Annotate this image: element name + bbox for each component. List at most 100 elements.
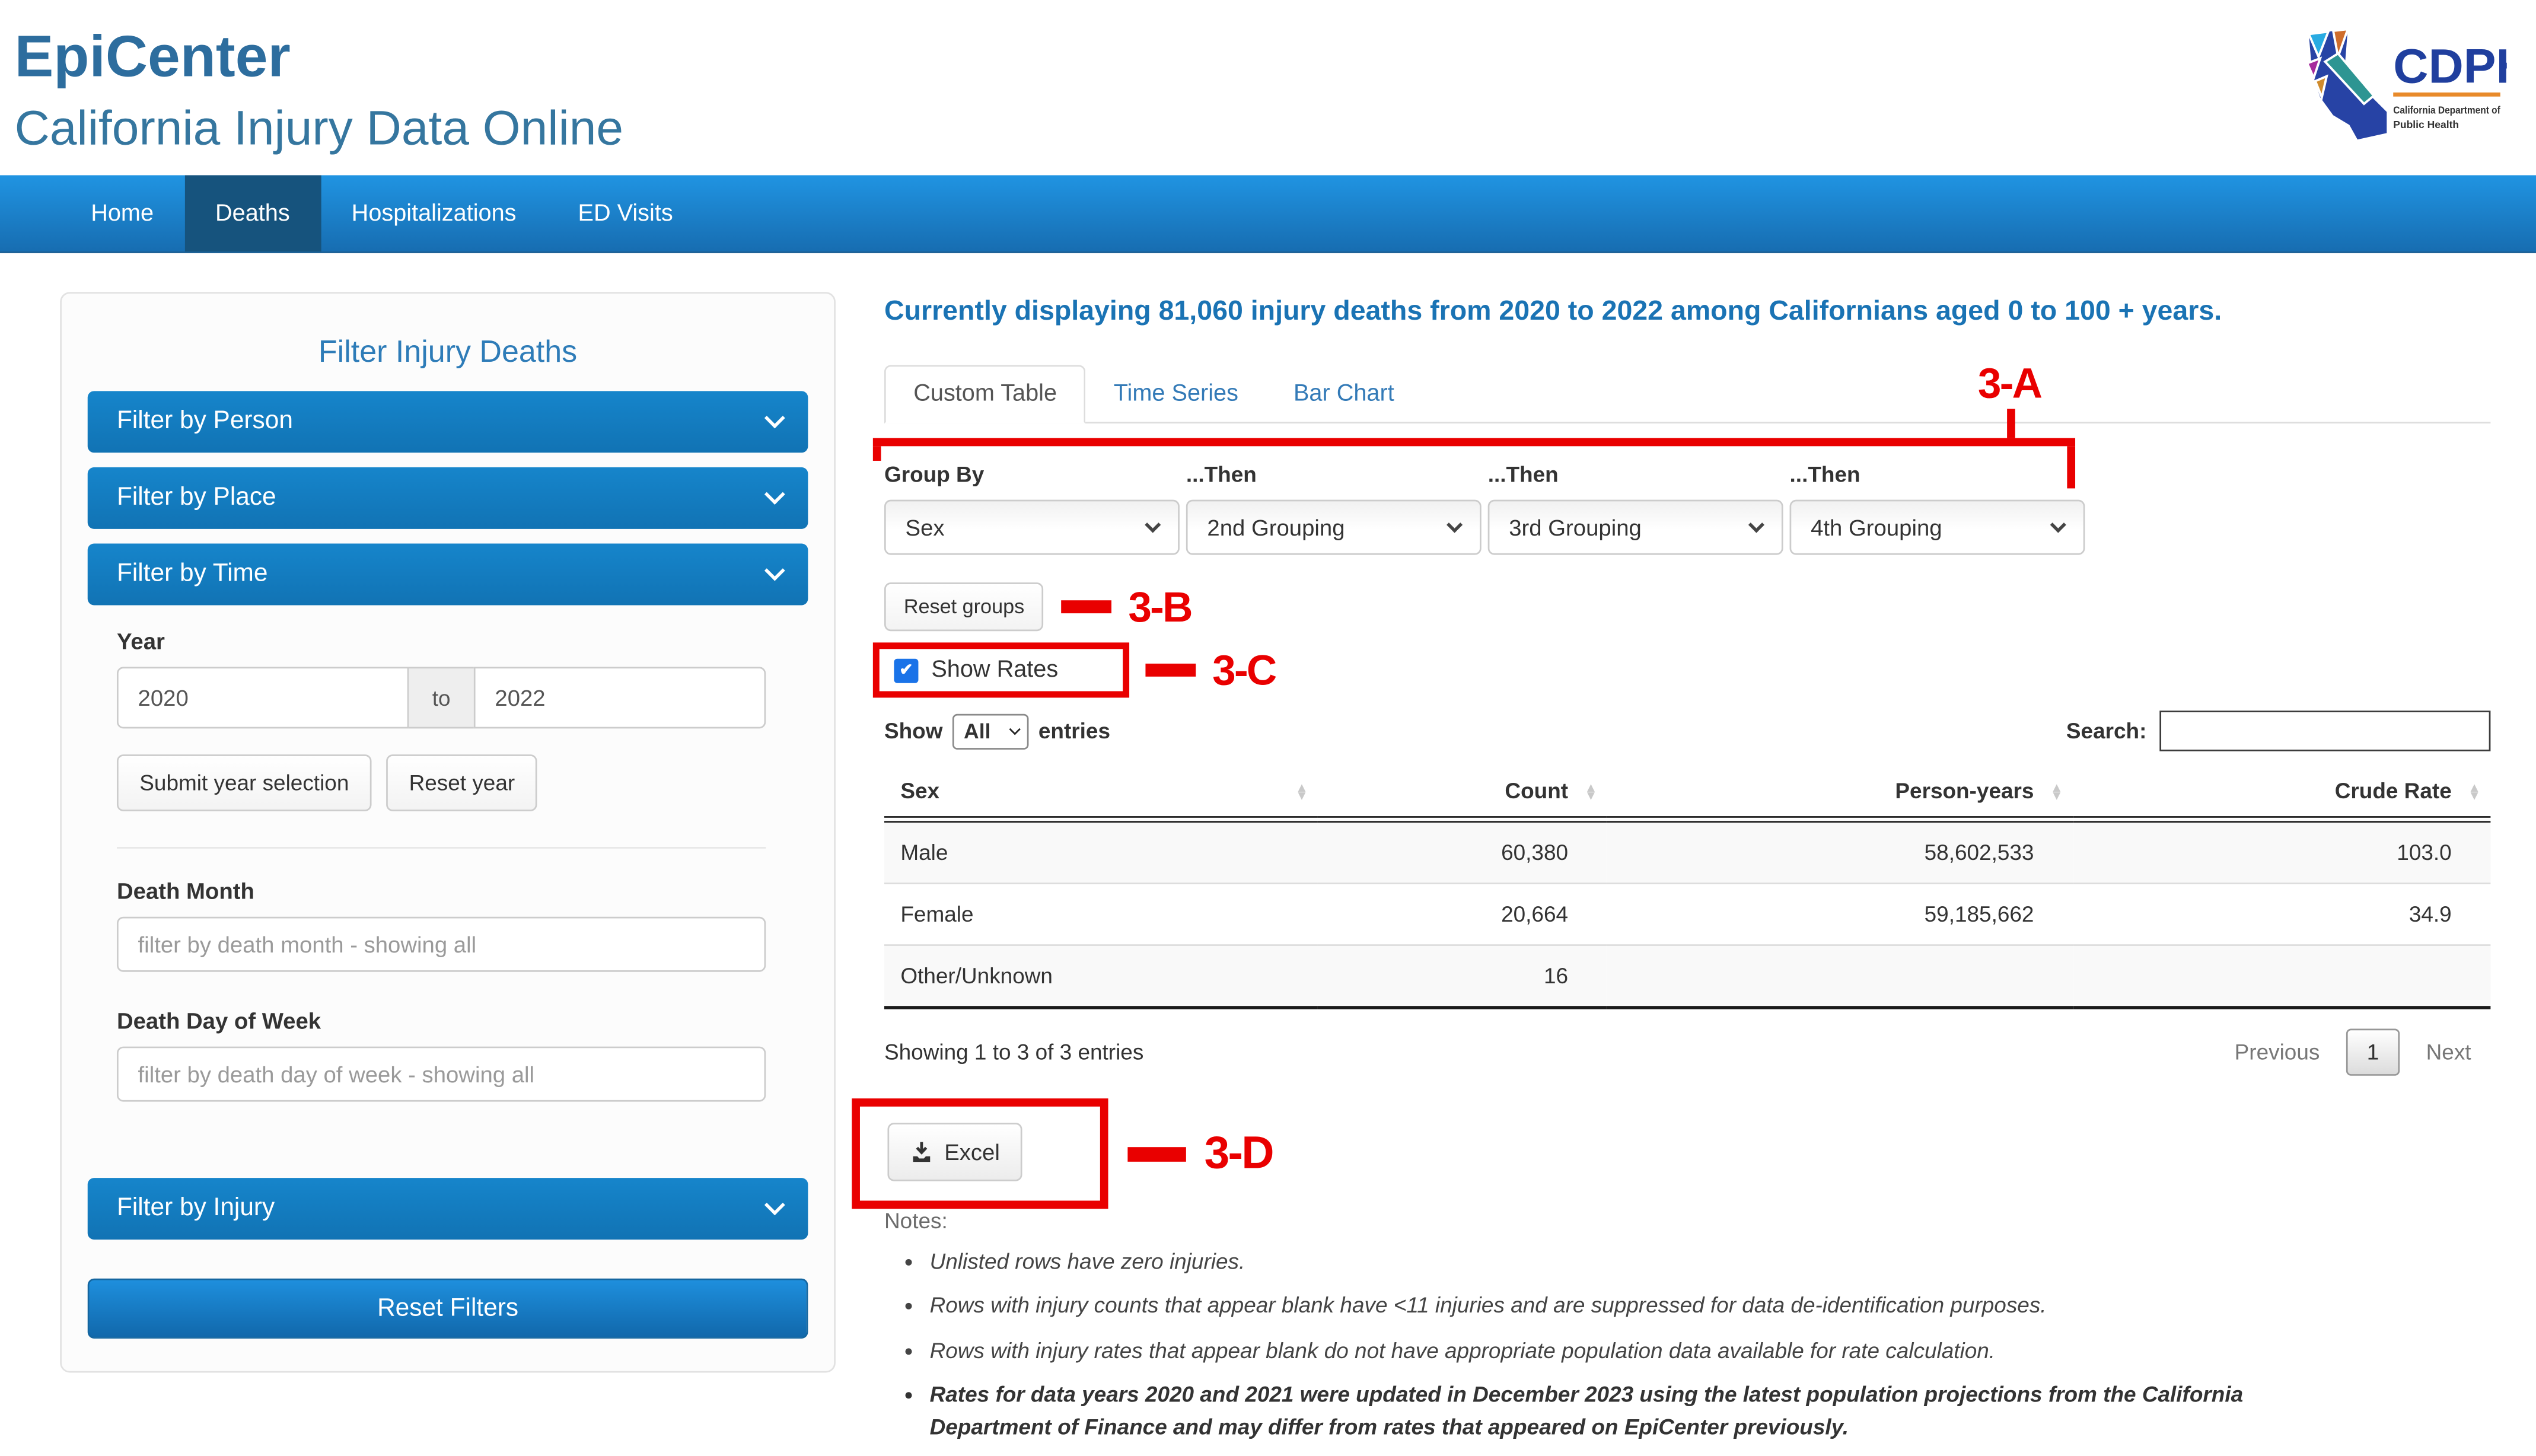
then-label-2: ...Then — [1186, 462, 1257, 487]
column-header-label: Sex — [900, 779, 940, 804]
death-day-of-week-input[interactable] — [116, 1046, 766, 1102]
cell-sex: Male — [900, 840, 948, 865]
cell-crude-rate: 34.9 — [2408, 902, 2452, 927]
group-by-select-4[interactable]: 4th Grouping — [1789, 499, 2085, 555]
cell-person-years: 58,602,533 — [1924, 840, 2034, 865]
death-month-input[interactable] — [116, 916, 766, 972]
accordion-filter-by-injury[interactable]: Filter by Injury — [87, 1178, 808, 1240]
reset-filters-button[interactable]: Reset Filters — [87, 1278, 808, 1339]
table-row: Female 20,664 59,185,662 34.9 — [884, 883, 2491, 945]
year-to-addon: to — [409, 667, 474, 729]
column-header-crude-rate[interactable]: Crude Rate — [2073, 766, 2491, 823]
cell-count: 16 — [1543, 964, 1569, 989]
table-row: Male 60,380 58,602,533 103.0 — [884, 819, 2491, 884]
annotation-3a-bracket-right-tick — [2067, 446, 2076, 489]
pagination-previous[interactable]: Previous — [2215, 1030, 2339, 1074]
tab-time-series[interactable]: Time Series — [1086, 365, 1266, 422]
column-header-person-years[interactable]: Person-years — [1607, 766, 2073, 823]
nav-item-ed-visits[interactable]: ED Visits — [547, 175, 704, 251]
select-value: All — [964, 718, 991, 743]
annotation-3d-box: Excel — [852, 1098, 1109, 1209]
cell-sex: Female — [900, 902, 974, 927]
chevron-down-icon — [1748, 517, 1765, 533]
chevron-down-icon — [764, 407, 785, 428]
select-value: 2nd Grouping — [1207, 514, 1345, 541]
main-navbar: Home Deaths Hospitalizations ED Visits — [0, 175, 2536, 253]
year-label: Year — [116, 627, 165, 654]
nav-item-deaths[interactable]: Deaths — [184, 175, 321, 252]
accordion-label: Filter by Place — [116, 483, 276, 511]
accordion-label: Filter by Injury — [116, 1194, 275, 1222]
column-header-sex[interactable]: Sex — [884, 766, 1318, 823]
sort-icon[interactable] — [1295, 783, 1308, 799]
group-by-select-1[interactable]: Sex — [884, 499, 1180, 555]
chevron-down-icon — [764, 559, 785, 581]
summary-text: Currently displaying 81,060 injury death… — [884, 295, 2222, 326]
column-header-count[interactable]: Count — [1318, 766, 1607, 823]
show-entries-prefix: Show — [884, 718, 943, 743]
accordion-label: Filter by Person — [116, 407, 293, 435]
search-label: Search: — [2066, 718, 2147, 743]
column-header-label: Crude Rate — [2334, 779, 2452, 804]
accordion-label: Filter by Time — [116, 559, 268, 588]
show-rates-checkbox[interactable] — [894, 658, 919, 683]
group-by-select-3[interactable]: 3rd Grouping — [1487, 499, 1783, 555]
group-by-label: Group By — [884, 462, 985, 487]
reset-year-button[interactable]: Reset year — [386, 754, 538, 811]
entries-length-select[interactable]: All — [952, 713, 1029, 749]
pagination-next[interactable]: Next — [2407, 1030, 2491, 1074]
show-entries-suffix: entries — [1038, 718, 1111, 743]
note-item: Unlisted rows have zero injuries. — [930, 1246, 2491, 1279]
table-header-row: Sex Count Person-years Crude Rate — [884, 766, 2491, 823]
show-rates-label: Show Rates — [931, 657, 1059, 683]
year-to-input[interactable] — [473, 667, 766, 729]
cdph-org-line1: California Department of — [2393, 104, 2500, 116]
then-label-3: ...Then — [1487, 462, 1559, 487]
note-item: Rows with injury rates that appear blank… — [930, 1334, 2491, 1367]
sort-icon[interactable] — [2468, 783, 2481, 799]
accordion-filter-by-time[interactable]: Filter by Time — [87, 543, 808, 606]
excel-export-button[interactable]: Excel — [887, 1123, 1023, 1181]
accordion-filter-by-person[interactable]: Filter by Person — [87, 391, 808, 453]
nav-item-home[interactable]: Home — [60, 175, 184, 251]
year-from-input[interactable] — [116, 667, 409, 729]
chevron-down-icon — [764, 483, 785, 504]
chevron-down-icon — [764, 1193, 785, 1215]
submit-year-button[interactable]: Submit year selection — [116, 754, 372, 811]
nav-item-hospitalizations[interactable]: Hospitalizations — [321, 175, 547, 251]
select-value: 3rd Grouping — [1509, 514, 1642, 541]
chevron-down-icon — [1009, 722, 1021, 735]
search-input[interactable] — [2159, 711, 2491, 751]
annotation-3c-box: Show Rates — [872, 642, 1130, 698]
death-month-label: Death Month — [116, 878, 254, 904]
select-value: Sex — [905, 514, 945, 541]
notes-list: Unlisted rows have zero injuries. Rows w… — [930, 1246, 2491, 1444]
sort-icon[interactable] — [1585, 783, 1598, 799]
pagination-page-1[interactable]: 1 — [2346, 1028, 2400, 1076]
annotation-3b-label: 3-B — [1128, 582, 1193, 632]
column-header-label: Person-years — [1895, 779, 2034, 804]
note-item: Rates for data years 2020 and 2021 were … — [930, 1379, 2357, 1445]
accordion-filter-by-place[interactable]: Filter by Place — [87, 467, 808, 529]
cdph-org-line2: Public Health — [2393, 119, 2459, 130]
annotation-3c-label: 3-C — [1212, 645, 1277, 694]
cdph-logo-icon: CDPH California Department of Public Hea… — [2305, 28, 2531, 140]
excel-button-label: Excel — [944, 1139, 1000, 1165]
filter-by-time-panel: Year to Submit year selection Reset year… — [88, 605, 808, 1163]
chevron-down-icon — [2050, 517, 2066, 533]
chevron-down-icon — [1145, 517, 1161, 533]
cell-count: 20,664 — [1501, 902, 1569, 927]
group-by-select-2[interactable]: 2nd Grouping — [1186, 499, 1482, 555]
annotation-3d-dash — [1127, 1146, 1187, 1161]
tab-custom-table[interactable]: Custom Table — [884, 365, 1087, 424]
site-subtitle: California Injury Data Online — [14, 102, 624, 156]
epicenter-page: EpiCenter California Injury Data Online … — [0, 0, 2536, 1439]
cdph-acronym: CDPH — [2393, 40, 2507, 94]
reset-groups-button[interactable]: Reset groups — [884, 582, 1044, 632]
sort-icon[interactable] — [2050, 783, 2063, 799]
divider — [116, 847, 766, 849]
column-header-label: Count — [1505, 779, 1569, 804]
showing-entries-text: Showing 1 to 3 of 3 entries — [884, 1040, 1144, 1065]
annotation-3c-dash — [1145, 663, 1196, 677]
tab-bar-chart[interactable]: Bar Chart — [1266, 365, 1422, 422]
